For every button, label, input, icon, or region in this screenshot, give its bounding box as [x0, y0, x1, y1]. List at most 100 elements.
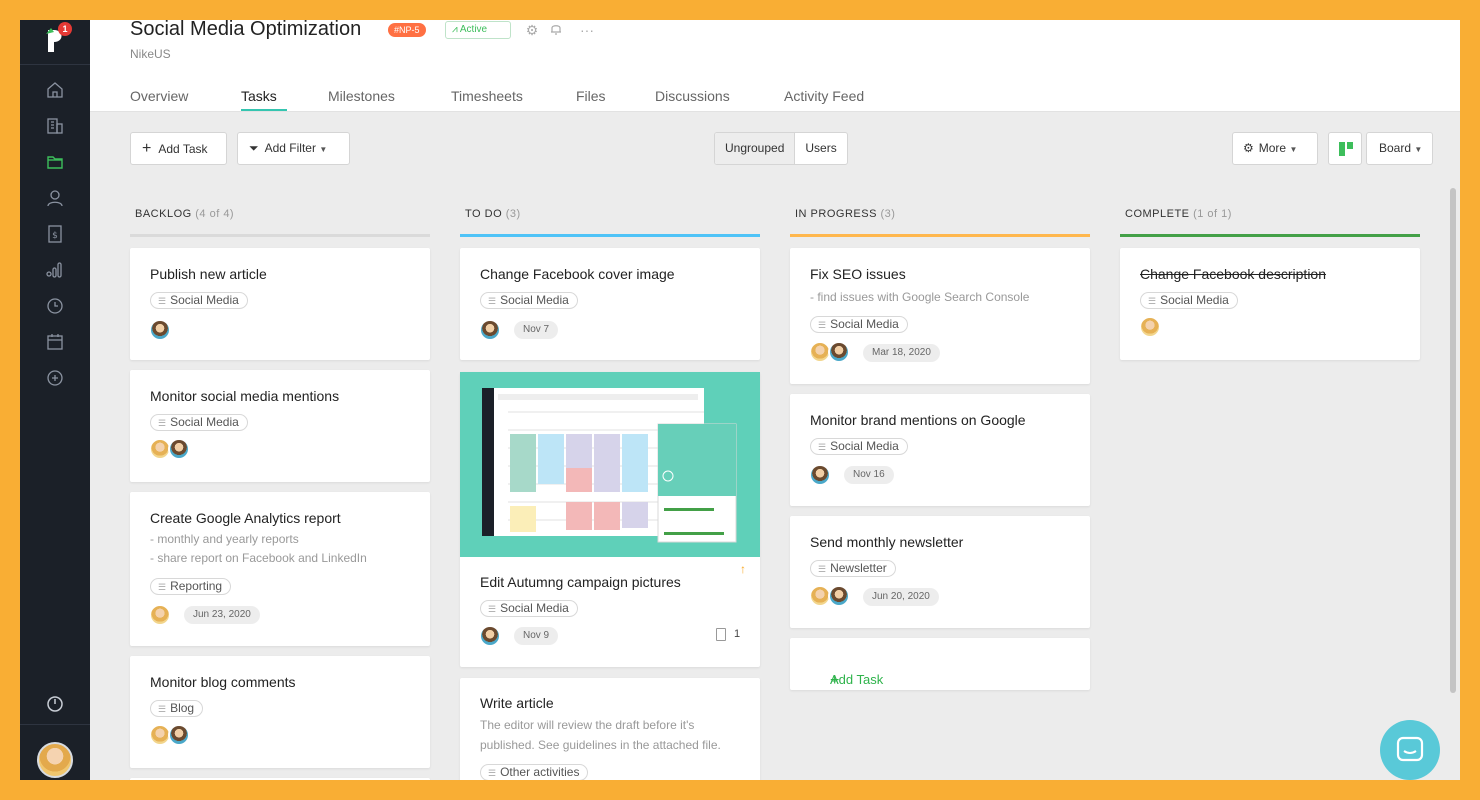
- task-card[interactable]: Monitor brand mentions on Google ☰ Social…: [790, 394, 1090, 506]
- vertical-scrollbar[interactable]: [1450, 188, 1456, 693]
- avatar[interactable]: [828, 341, 850, 363]
- grouping-ungrouped[interactable]: Ungrouped: [715, 133, 796, 164]
- task-description-line: - monthly and yearly reports: [150, 532, 299, 546]
- task-card[interactable]: Change Facebook description ☰ Social Medi…: [1120, 248, 1420, 360]
- filter-icon: ⏷: [249, 141, 259, 155]
- avatar[interactable]: [828, 585, 850, 607]
- add-task-button[interactable]: + Add Task: [130, 132, 227, 165]
- client-name: NikeUS: [130, 47, 171, 61]
- avatar[interactable]: [479, 319, 501, 341]
- task-title: Send monthly newsletter: [810, 534, 964, 550]
- task-card[interactable]: Send monthly newsletter ☰ Newsletter Jun …: [790, 516, 1090, 628]
- board-view-icon-button[interactable]: [1328, 132, 1362, 165]
- task-tag[interactable]: ☰ Social Media: [150, 414, 248, 431]
- task-card[interactable]: Monitor blog comments ☰ Blog: [130, 656, 430, 768]
- avatar[interactable]: [479, 625, 501, 647]
- task-card[interactable]: [130, 778, 430, 780]
- chevron-down-icon: ▼: [1414, 145, 1423, 154]
- add-circle-icon[interactable]: [45, 368, 65, 388]
- invoice-icon[interactable]: $: [45, 224, 65, 244]
- avatar[interactable]: [168, 438, 190, 460]
- task-tag[interactable]: ☰ Blog: [150, 700, 204, 717]
- task-description-line: - share report on Facebook and LinkedIn: [150, 551, 367, 565]
- task-card[interactable]: Fix SEO issues - find issues with Google…: [790, 248, 1090, 384]
- task-card[interactable]: Publish new article ☰ Social Media: [130, 248, 430, 360]
- task-tag[interactable]: ☰ Social Media: [810, 316, 908, 333]
- tag-icon: ☰: [488, 604, 497, 614]
- user-icon[interactable]: [45, 188, 65, 208]
- tab-files[interactable]: Files: [576, 88, 606, 104]
- tag-icon: ☰: [158, 296, 167, 306]
- project-header: Social Media Optimization #NP-5 ⩘ Active…: [90, 20, 1460, 112]
- more-options-icon[interactable]: ···: [579, 22, 595, 38]
- task-card[interactable]: Create Google Analytics report - monthly…: [130, 492, 430, 646]
- task-description-line: The editor will review the draft before …: [480, 718, 695, 732]
- view-label: Board: [1379, 141, 1412, 155]
- tag-icon: ☰: [818, 442, 827, 452]
- task-card[interactable]: ↑ Edit Autumng campaign pictures ☰ Social…: [460, 372, 760, 667]
- task-tag[interactable]: ☰ Social Media: [150, 292, 248, 309]
- building-icon[interactable]: [45, 116, 65, 136]
- avatar[interactable]: [1139, 316, 1161, 338]
- add-task-inline-button[interactable]: + Add Task: [790, 638, 1090, 690]
- tab-timesheets[interactable]: Timesheets: [451, 88, 523, 104]
- calendar-icon[interactable]: [45, 332, 65, 352]
- home-icon[interactable]: [45, 80, 65, 100]
- avatar[interactable]: [809, 464, 831, 486]
- clock-icon[interactable]: [45, 296, 65, 316]
- task-title: Create Google Analytics report: [150, 510, 341, 526]
- tab-overview[interactable]: Overview: [130, 88, 188, 104]
- tab-milestones[interactable]: Milestones: [328, 88, 395, 104]
- chat-button[interactable]: [1380, 720, 1440, 780]
- reports-icon[interactable]: [45, 260, 65, 280]
- task-tag[interactable]: ☰ Social Media: [1140, 292, 1238, 309]
- task-card[interactable]: Write article The editor will review the…: [460, 678, 760, 780]
- view-select-button[interactable]: Board ▼: [1366, 132, 1433, 165]
- folder-icon[interactable]: [45, 152, 65, 172]
- due-date: Mar 18, 2020: [863, 344, 940, 362]
- task-card[interactable]: Monitor social media mentions ☰ Social Me…: [130, 370, 430, 482]
- tab-activity-feed[interactable]: Activity Feed: [784, 88, 864, 104]
- priority-up-arrow-icon: ↑: [740, 562, 746, 576]
- task-tag[interactable]: ☰ Social Media: [810, 438, 908, 455]
- task-tag[interactable]: ☰ Newsletter: [810, 560, 896, 577]
- task-description-line: - find issues with Google Search Console: [810, 290, 1030, 304]
- task-tag[interactable]: ☰ Reporting: [150, 578, 232, 595]
- add-filter-button[interactable]: ⏷ Add Filter ▼: [237, 132, 350, 165]
- column-header-in-progress: IN PROGRESS (3): [795, 208, 896, 220]
- tag-icon: ☰: [818, 564, 827, 574]
- due-date: Nov 7: [514, 321, 559, 339]
- task-title: Monitor social media mentions: [150, 388, 340, 404]
- task-tag[interactable]: ☰ Social Media: [480, 292, 578, 309]
- task-card[interactable]: Change Facebook cover image ☰ Social Medi…: [460, 248, 760, 360]
- power-icon[interactable]: [45, 694, 65, 714]
- add-filter-label: Add Filter: [264, 141, 316, 155]
- column-header-todo: TO DO (3): [465, 208, 521, 220]
- status-badge[interactable]: ⩘ Active: [445, 21, 511, 39]
- active-tab-indicator: [241, 109, 287, 111]
- more-button[interactable]: ⚙ More ▼: [1232, 132, 1318, 165]
- tab-tasks[interactable]: Tasks: [241, 88, 277, 104]
- add-task-inline-label: Add Task: [830, 672, 884, 687]
- sidebar-divider: [20, 724, 90, 725]
- avatar[interactable]: [149, 604, 171, 626]
- due-date: Nov 9: [514, 627, 559, 645]
- task-title: Write article: [480, 695, 554, 711]
- chevron-down-icon: ▼: [1289, 145, 1298, 154]
- tag-icon: ☰: [488, 296, 497, 306]
- due-date: Jun 23, 2020: [184, 606, 260, 624]
- bell-icon[interactable]: [548, 22, 564, 38]
- avatar[interactable]: [149, 319, 171, 341]
- user-avatar[interactable]: [37, 742, 73, 778]
- tab-discussions[interactable]: Discussions: [655, 88, 730, 104]
- column-bar-backlog: [130, 234, 430, 237]
- grouping-users[interactable]: Users: [795, 133, 846, 164]
- notification-badge[interactable]: 1: [58, 22, 72, 36]
- task-tag[interactable]: ☰ Social Media: [480, 600, 578, 617]
- task-tag[interactable]: ☰ Other activities: [480, 764, 589, 780]
- board-icon: [1339, 142, 1353, 156]
- activity-icon: ⩘: [452, 24, 460, 35]
- gear-icon[interactable]: ⚙: [524, 22, 540, 38]
- svg-text:$: $: [52, 231, 58, 241]
- avatar[interactable]: [168, 724, 190, 746]
